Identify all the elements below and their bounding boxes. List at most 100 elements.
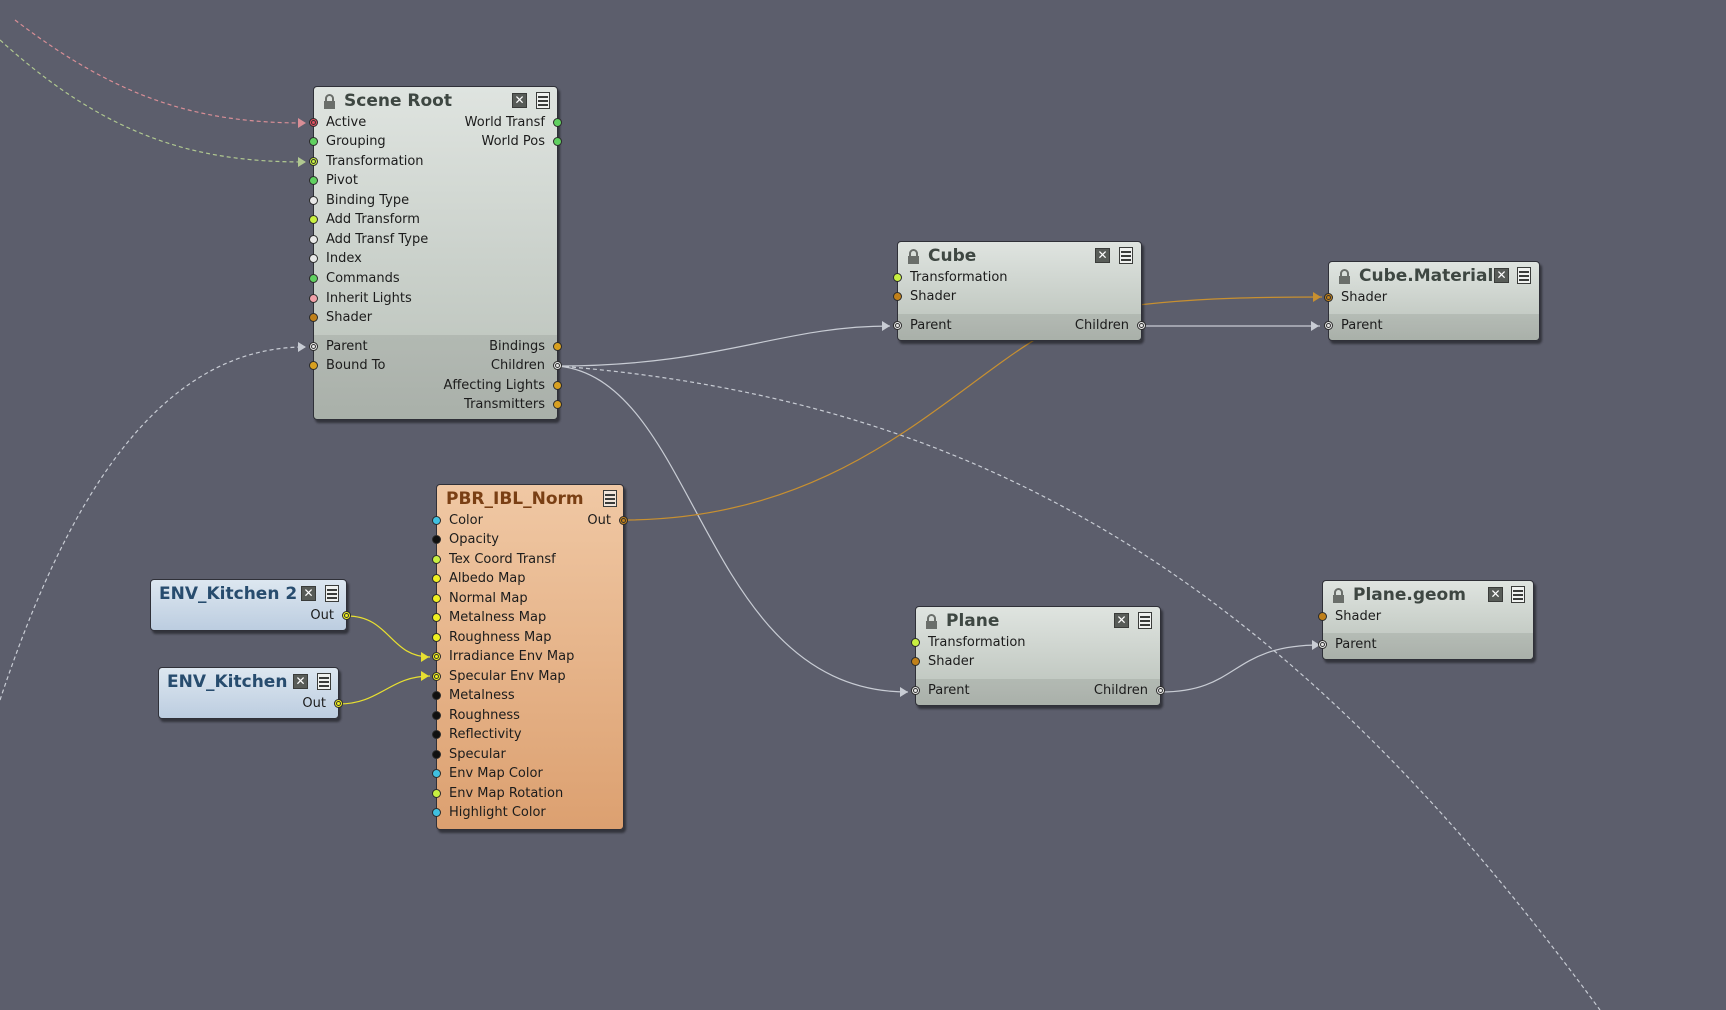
port-metalness-map[interactable]: Metalness Map [432, 609, 546, 627]
node-header[interactable]: PBR_IBL_Norm [437, 485, 623, 513]
port-opacity[interactable]: Opacity [432, 531, 499, 549]
port-transformation[interactable]: Transformation [893, 269, 1008, 287]
port-color[interactable]: Color [432, 512, 483, 530]
menu-icon[interactable] [536, 92, 550, 109]
close-icon[interactable]: ✕ [293, 674, 308, 689]
port-specular[interactable]: Specular [432, 746, 506, 764]
node-env-kitchen[interactable]: ENV_Kitchen ✕ Out [158, 667, 343, 719]
port-children[interactable]: Children [1094, 682, 1165, 700]
port-shader[interactable]: Shader [911, 653, 974, 671]
node-cube[interactable]: Cube ✕ Transformation Shader Parent Chil… [893, 241, 1146, 341]
port-active[interactable]: Active [309, 114, 366, 132]
arrow-icon [421, 652, 429, 662]
node-header[interactable]: ENV_Kitchen ✕ [159, 668, 338, 696]
wire-offscreen-active [14, 19, 306, 124]
port-affecting-lights[interactable]: Affecting Lights [443, 377, 562, 395]
port-transmitters[interactable]: Transmitters [464, 396, 562, 414]
port-reflectivity[interactable]: Reflectivity [432, 726, 522, 744]
port-add-transform[interactable]: Add Transform [309, 211, 420, 229]
lock-icon[interactable] [323, 94, 336, 109]
arrow-icon [900, 687, 908, 697]
port-tex-coord-transf[interactable]: Tex Coord Transf [432, 551, 556, 569]
port-pivot[interactable]: Pivot [309, 172, 358, 190]
port-parent[interactable]: Parent [911, 682, 970, 700]
node-title: Plane [946, 611, 1000, 631]
menu-icon[interactable] [325, 585, 339, 602]
lock-icon[interactable] [1332, 588, 1345, 603]
node-env-kitchen-2[interactable]: ENV_Kitchen 2 ✕ Out [150, 579, 351, 631]
node-plane[interactable]: Plane ✕ Transformation Shader Parent Chi… [911, 606, 1165, 706]
node-title: PBR_IBL_Norm [446, 489, 584, 509]
node-header[interactable]: Cube ✕ [898, 242, 1141, 270]
port-transformation[interactable]: Transformation [911, 634, 1026, 652]
wire-env-specular [338, 675, 431, 705]
lock-icon[interactable] [1338, 269, 1351, 284]
menu-icon[interactable] [603, 490, 617, 507]
port-parent[interactable]: Parent [309, 338, 368, 356]
menu-icon[interactable] [1511, 586, 1525, 603]
port-world-transf[interactable]: World Transf [465, 114, 562, 132]
port-shader[interactable]: Shader [893, 288, 956, 306]
node-pbr-ibl-norm[interactable]: PBR_IBL_Norm Out Color Opacity Tex Coord… [432, 484, 628, 830]
menu-icon[interactable] [317, 673, 331, 690]
close-icon[interactable]: ✕ [301, 586, 316, 601]
node-title: ENV_Kitchen 2 [159, 584, 298, 604]
port-parent[interactable]: Parent [893, 317, 952, 335]
node-title: Cube [928, 246, 977, 266]
port-inherit-lights[interactable]: Inherit Lights [309, 290, 412, 308]
port-out[interactable]: Out [310, 607, 351, 625]
lock-icon[interactable] [907, 249, 920, 264]
menu-icon[interactable] [1119, 247, 1133, 264]
port-irradiance-env-map[interactable]: Irradiance Env Map [432, 648, 574, 666]
node-cube-material[interactable]: Cube.Material ✕ Shader Parent [1324, 261, 1540, 341]
node-header[interactable]: Plane ✕ [916, 607, 1160, 635]
port-shader[interactable]: Shader [309, 309, 372, 327]
close-icon[interactable]: ✕ [1494, 268, 1509, 283]
arrow-icon [1313, 292, 1321, 302]
menu-icon[interactable] [1138, 612, 1152, 629]
node-title: Plane.geom [1353, 585, 1466, 605]
port-binding-type[interactable]: Binding Type [309, 192, 409, 210]
connection-wires [0, 19, 1601, 1010]
port-roughness[interactable]: Roughness [432, 707, 520, 725]
close-icon[interactable]: ✕ [512, 93, 527, 108]
port-transformation[interactable]: Transformation [309, 153, 424, 171]
close-icon[interactable]: ✕ [1095, 248, 1110, 263]
close-icon[interactable]: ✕ [1488, 587, 1503, 602]
port-out[interactable]: Out [302, 695, 343, 713]
node-header[interactable]: ENV_Kitchen 2 ✕ [151, 580, 346, 608]
port-parent[interactable]: Parent [1318, 636, 1377, 654]
port-env-map-rotation[interactable]: Env Map Rotation [432, 785, 563, 803]
port-normal-map[interactable]: Normal Map [432, 590, 528, 608]
arrow-icon [298, 157, 306, 167]
port-highlight-color[interactable]: Highlight Color [432, 804, 546, 822]
node-scene-root[interactable]: Scene Root ✕ Active Grouping Transformat… [309, 86, 562, 420]
port-parent[interactable]: Parent [1324, 317, 1383, 335]
port-grouping[interactable]: Grouping [309, 133, 386, 151]
node-header[interactable]: Cube.Material ✕ [1329, 262, 1539, 290]
port-bound-to[interactable]: Bound To [309, 357, 385, 375]
node-header[interactable]: Plane.geom ✕ [1323, 581, 1533, 609]
port-children[interactable]: Children [1075, 317, 1146, 335]
port-shader[interactable]: Shader [1318, 608, 1381, 626]
wire-offscreen-parent [0, 346, 306, 701]
node-header[interactable]: Scene Root ✕ [314, 87, 557, 115]
port-add-transf-type[interactable]: Add Transf Type [309, 231, 428, 249]
node-plane-geom[interactable]: Plane.geom ✕ Shader Parent [1318, 580, 1534, 660]
port-index[interactable]: Index [309, 250, 362, 268]
port-commands[interactable]: Commands [309, 270, 400, 288]
wire-plane-geom [1160, 644, 1321, 693]
port-world-pos[interactable]: World Pos [482, 133, 562, 151]
lock-icon[interactable] [925, 614, 938, 629]
port-metalness[interactable]: Metalness [432, 687, 515, 705]
port-roughness-map[interactable]: Roughness Map [432, 629, 551, 647]
port-shader[interactable]: Shader [1324, 289, 1387, 307]
close-icon[interactable]: ✕ [1114, 613, 1129, 628]
port-out[interactable]: Out [587, 512, 628, 530]
menu-icon[interactable] [1517, 267, 1531, 284]
port-children[interactable]: Children [491, 357, 562, 375]
port-specular-env-map[interactable]: Specular Env Map [432, 668, 566, 686]
port-bindings[interactable]: Bindings [489, 338, 562, 356]
port-albedo-map[interactable]: Albedo Map [432, 570, 526, 588]
port-env-map-color[interactable]: Env Map Color [432, 765, 543, 783]
